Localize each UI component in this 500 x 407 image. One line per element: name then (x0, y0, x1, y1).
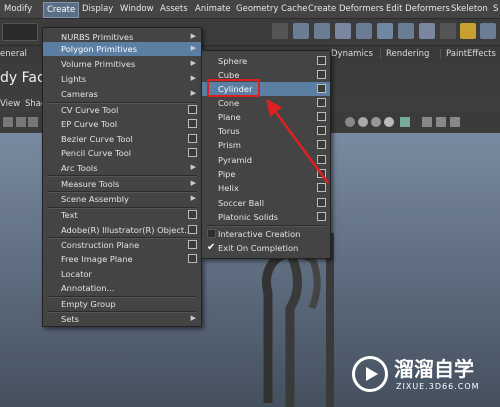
menu-item-construction-plane[interactable]: Construction Plane (43, 238, 201, 252)
menu-item-locator[interactable]: Locator (43, 267, 201, 281)
snap-plane-icon[interactable] (419, 23, 435, 39)
menu-item-platonic-solids[interactable]: Platonic Solids (202, 210, 330, 224)
tab-general[interactable]: eneral (0, 49, 27, 59)
shadows-icon[interactable] (400, 117, 410, 127)
watermark-url: ZIXUE.3D66.COM (396, 382, 480, 391)
tab-painteffects[interactable]: PaintEffects (440, 49, 496, 59)
menu-item-exit-on-completion[interactable]: ✔ Exit On Completion (202, 241, 330, 255)
menu-item-annotation[interactable]: Annotation... (43, 281, 201, 295)
lights-icon[interactable] (384, 117, 394, 127)
menu-item-polygon-primitives[interactable]: Polygon Primitives ▶ (43, 42, 201, 56)
checkbox-icon[interactable] (207, 229, 216, 238)
wireframe-shade-icon[interactable] (358, 117, 368, 127)
menu-item-sphere[interactable]: Sphere (202, 54, 330, 68)
menu-skin[interactable]: S (493, 4, 498, 14)
render-icon[interactable] (480, 23, 496, 39)
menu-edit-deformers[interactable]: Edit Deformers (386, 4, 450, 14)
menu-item-ep-curve-tool[interactable]: EP Curve Tool (43, 117, 201, 131)
mode-selector[interactable] (2, 23, 38, 41)
camera-attr-icon[interactable] (16, 117, 26, 127)
menu-item-cameras[interactable]: Cameras ▶ (43, 87, 201, 101)
tab-dynamics[interactable]: Dynamics (325, 49, 373, 59)
menu-item-pencil-curve-tool[interactable]: Pencil Curve Tool (43, 146, 201, 160)
xray-joints-icon[interactable] (450, 117, 460, 127)
menu-assets[interactable]: Assets (160, 4, 188, 14)
smooth-shade-icon[interactable] (345, 117, 355, 127)
move-tool-icon[interactable] (293, 23, 309, 39)
watermark: 溜溜自学 ZIXUE.3D66.COM (352, 351, 492, 401)
xray-icon[interactable] (436, 117, 446, 127)
transform-icon[interactable] (314, 23, 330, 39)
tab-rendering[interactable]: Rendering (380, 49, 429, 59)
menu-display[interactable]: Display (82, 4, 113, 14)
menu-item-empty-group[interactable]: Empty Group (43, 297, 201, 311)
snap-point-icon[interactable] (398, 23, 414, 39)
menu-geometry-cache[interactable]: Geometry Cache (236, 4, 308, 14)
create-menu: NURBS Primitives ▶ Polygon Primitives ▶ Vo… (42, 27, 202, 327)
menu-create[interactable]: Create (43, 2, 80, 18)
menu-item-free-image-plane[interactable]: Free Image Plane (43, 252, 201, 266)
viewport-menu-view[interactable]: View (0, 99, 20, 109)
menu-create-deformers[interactable]: Create Deformers (308, 4, 384, 14)
menu-item-volume-primitives[interactable]: Volume Primitives ▶ (43, 57, 201, 71)
watermark-title: 溜溜自学 (394, 357, 474, 381)
menu-item-bezier-curve-tool[interactable]: Bezier Curve Tool (43, 132, 201, 146)
menu-item-sets[interactable]: Sets ▶ (43, 312, 201, 326)
menu-item-lights[interactable]: Lights ▶ (43, 72, 201, 86)
menu-window[interactable]: Window (120, 4, 154, 14)
menu-item-cv-curve-tool[interactable]: CV Curve Tool (43, 103, 201, 117)
bookmark-icon[interactable] (28, 117, 38, 127)
menu-item-interactive-creation[interactable]: Interactive Creation (202, 227, 330, 241)
snap-icon[interactable] (272, 23, 288, 39)
lock-icon[interactable] (460, 23, 476, 39)
menu-item-text[interactable]: Text (43, 208, 201, 222)
isolate-icon[interactable] (422, 117, 432, 127)
main-menubar: Modify Create Display Window Assets Anim… (0, 0, 500, 19)
snap-curve-icon[interactable] (377, 23, 393, 39)
history-icon[interactable] (440, 23, 456, 39)
watermark-logo-icon (352, 356, 388, 392)
select-camera-icon[interactable] (3, 117, 13, 127)
snap-grid-icon[interactable] (356, 23, 372, 39)
menu-item-scene-assembly[interactable]: Scene Assembly ▶ (43, 192, 201, 206)
textured-icon[interactable] (371, 117, 381, 127)
menu-item-arc-tools[interactable]: Arc Tools ▶ (43, 161, 201, 175)
menu-modify[interactable]: Modify (4, 4, 32, 14)
menu-item-adobe-illustrator-object[interactable]: Adobe(R) Illustrator(R) Object... (43, 223, 201, 237)
annotation-arrow-icon (266, 99, 330, 184)
menu-item-measure-tools[interactable]: Measure Tools ▶ (43, 177, 201, 191)
menu-animate[interactable]: Animate (195, 4, 231, 14)
menu-skeleton[interactable]: Skeleton (451, 4, 488, 14)
magnet-icon[interactable] (335, 23, 351, 39)
menu-item-soccer-ball[interactable]: Soccer Ball (202, 196, 330, 210)
checkmark-icon[interactable]: ✔ (207, 243, 216, 253)
annotation-highlight-box (207, 79, 260, 97)
